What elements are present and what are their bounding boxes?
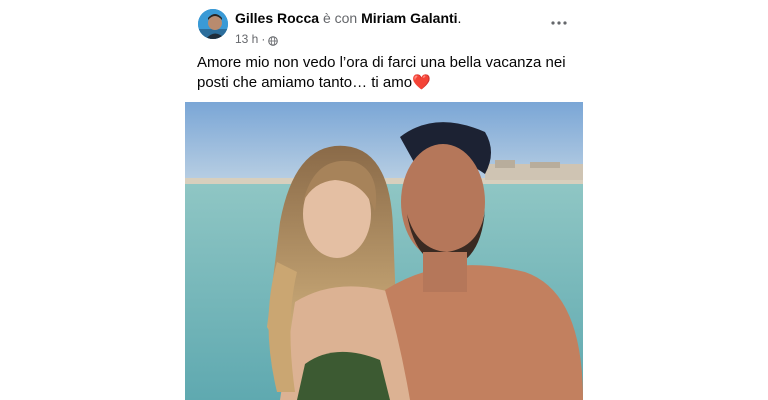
with-text: è con bbox=[322, 10, 358, 26]
author-name[interactable]: Gilles Rocca bbox=[235, 10, 319, 26]
globe-icon[interactable] bbox=[268, 34, 279, 46]
post-meta: 13 h · bbox=[235, 31, 279, 47]
more-options-icon[interactable] bbox=[547, 11, 571, 35]
post-caption: Amore mio non vedo l’ora di farci una be… bbox=[197, 53, 577, 93]
post-photo[interactable] bbox=[185, 102, 583, 400]
post-header-line: Gilles Rocca è con Miriam Galanti. bbox=[235, 9, 461, 27]
meta-separator: · bbox=[261, 32, 266, 46]
post-timestamp[interactable]: 13 h bbox=[235, 31, 258, 47]
heart-emoji: ❤️ bbox=[412, 74, 431, 91]
author-avatar[interactable] bbox=[198, 9, 228, 39]
screenshot-canvas: Gilles Rocca è con Miriam Galanti. 13 h … bbox=[0, 0, 768, 400]
tagged-person-name[interactable]: Miriam Galanti bbox=[361, 10, 457, 26]
facebook-post: Gilles Rocca è con Miriam Galanti. 13 h … bbox=[185, 0, 583, 400]
header-period: . bbox=[457, 10, 462, 26]
caption-text: Amore mio non vedo l’ora di farci una be… bbox=[197, 54, 566, 91]
